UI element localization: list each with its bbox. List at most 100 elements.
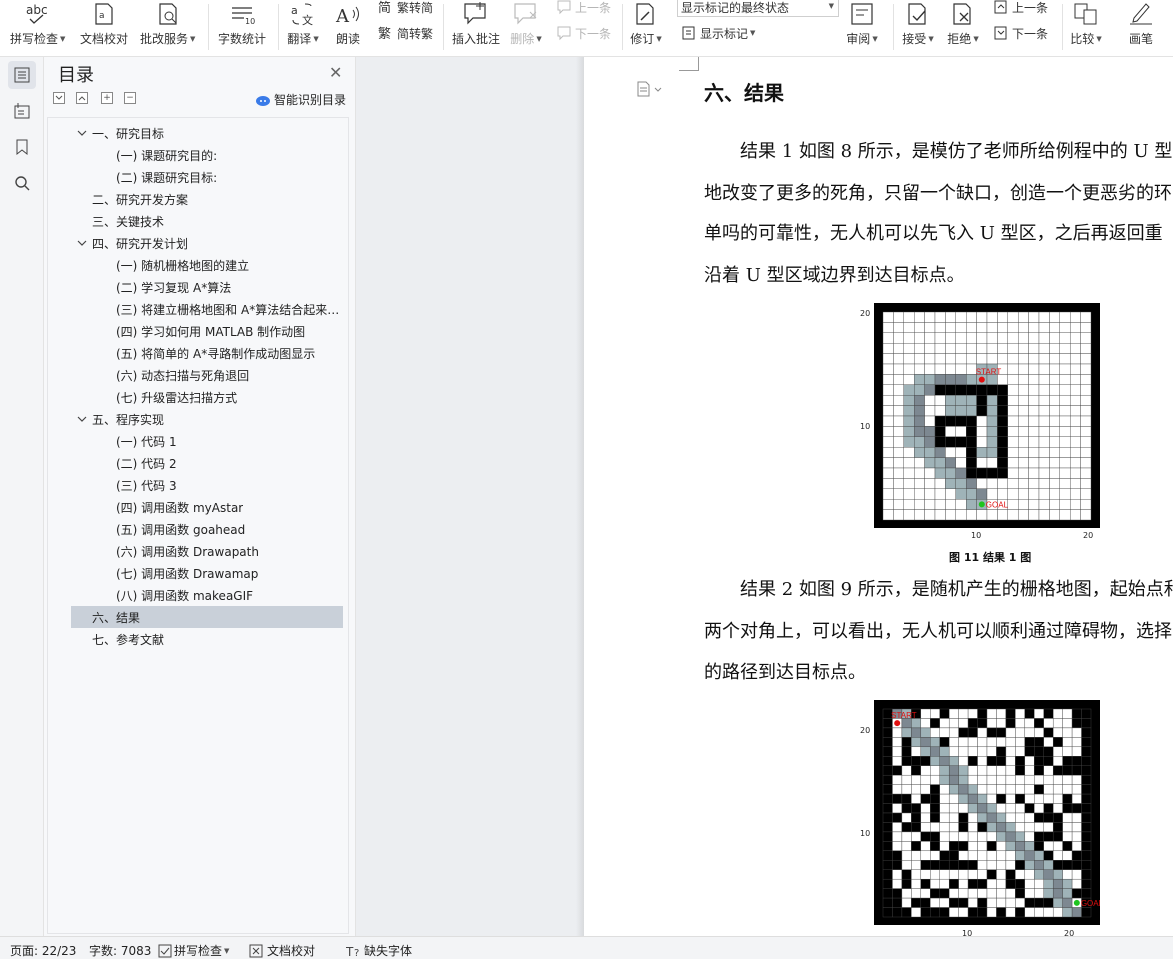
toc-subheading-item[interactable]: (五) 调用函数 goahead [71, 518, 343, 540]
toc-subheading-item[interactable]: (四) 学习如何用 MATLAB 制作动图 [71, 320, 343, 342]
map-cell [1049, 415, 1060, 427]
doc-proof-button[interactable]: a 文档校对 [80, 0, 128, 57]
toc-heading-item[interactable]: 五、程序实现 [71, 408, 343, 430]
toc-item-label: 六、结果 [92, 610, 141, 625]
chevron-down-icon[interactable] [77, 413, 87, 427]
accept-button[interactable]: 接受 ▼ [902, 0, 934, 57]
map-cell [1015, 850, 1026, 861]
map-cell [1071, 841, 1082, 852]
toc-subheading-item[interactable]: (八) 调用函数 makeaGIF [71, 584, 343, 606]
ink-button[interactable]: 画笔 [1125, 0, 1157, 57]
compare-icon [1070, 0, 1102, 26]
toc-subheading-item[interactable]: (一) 随机栅格地图的建立 [71, 254, 343, 276]
map-cell [882, 878, 893, 889]
search-rail-button[interactable] [8, 169, 36, 197]
map-cell [930, 737, 940, 748]
toc-heading-item[interactable]: 六、结果 [71, 606, 343, 628]
map-cell [1034, 756, 1044, 766]
revise-service-button[interactable]: 批改服务 ▼ [140, 0, 195, 57]
toc-subheading-item[interactable]: (七) 调用函数 Drawamap [71, 562, 343, 584]
show-markup-button[interactable]: 显示标记 ▼ [681, 23, 755, 43]
map-cell [996, 708, 1007, 719]
word-count-indicator[interactable]: 字数: 7083 [89, 942, 151, 959]
map-cell [1038, 405, 1050, 417]
toc-heading-item[interactable]: 四、研究开发计划 [71, 232, 343, 254]
map-cell [893, 426, 904, 438]
prev-comment-button[interactable]: 上一条 [556, 0, 611, 17]
toc-subheading-item[interactable]: (一) 代码 1 [71, 430, 343, 452]
map-cell [911, 907, 922, 918]
collapse-all-button[interactable] [53, 92, 65, 104]
map-cell [986, 509, 998, 521]
toc-subheading-item[interactable]: (三) 将建立栅格地图和 A*算法结合起来，实现A*寻路 [71, 298, 343, 320]
page-indicator[interactable]: 页面: 22/23 [10, 942, 76, 959]
prev-change-button[interactable]: 上一条 [993, 0, 1048, 17]
map-cell [1005, 784, 1016, 795]
map-cell [930, 850, 940, 861]
nav-rail-button[interactable] [8, 97, 36, 125]
simp-to-trad-button[interactable]: 繁 简转繁 [378, 23, 433, 43]
missing-font-indicator[interactable]: T? 缺失字体 [346, 942, 412, 959]
map-cell [914, 467, 925, 479]
map-cell [901, 860, 912, 870]
expand-up-button[interactable] [76, 92, 88, 104]
toc-subheading-item[interactable]: (二) 学习复现 A*算法 [71, 276, 343, 298]
map-cell [1015, 746, 1026, 757]
paragraph-menu-icon[interactable] [636, 81, 662, 100]
read-aloud-button[interactable]: A 朗读 [332, 0, 364, 57]
markup-state-select[interactable]: 显示标记的最终状态 ▼ [677, 0, 839, 17]
toc-subheading-item[interactable]: (六) 动态扫描与死角退回 [71, 364, 343, 386]
toc-rail-button[interactable] [8, 61, 36, 89]
toc-subheading-item[interactable]: (七) 升级雷达扫描方式 [71, 386, 343, 408]
toc-heading-item[interactable]: 三、关键技术 [71, 210, 343, 232]
status-doc-proof[interactable]: 文档校对 [249, 942, 315, 959]
map-cell [901, 737, 912, 748]
toc-subheading-item[interactable]: (一) 课题研究目的: [71, 144, 343, 166]
toc-subheading-item[interactable]: (六) 调用函数 Drawapath [71, 540, 343, 562]
chevron-down-icon[interactable] [77, 237, 87, 251]
next-comment-button[interactable]: 下一条 [556, 23, 611, 43]
map-cell [996, 784, 1007, 795]
toc-subheading-item[interactable]: (四) 调用函数 myAstar [71, 496, 343, 518]
compare-button[interactable]: 比较 ▼ [1070, 0, 1102, 57]
map-cell [914, 457, 925, 469]
map-cell [914, 415, 925, 427]
map-cell [977, 812, 988, 823]
map-cell [986, 708, 997, 719]
document-page[interactable]: 六、结果 结果 1 如图 8 所示，是模仿了老师所给例程中的 U 型 地改变了更… [584, 57, 1173, 936]
status-spell-check[interactable]: 拼写检查 ▼ [158, 942, 229, 959]
paragraph-line: 沿着 U 型区域边界到达目标点。 [704, 265, 965, 286]
map-cell [977, 869, 988, 880]
map-cell [1034, 784, 1044, 795]
toc-subheading-item[interactable]: (二) 代码 2 [71, 452, 343, 474]
chevron-down-icon[interactable] [77, 127, 87, 141]
spell-check-button[interactable]: abc 拼写检查 ▼ [10, 0, 65, 57]
map-cell [882, 897, 893, 908]
map-cell [1017, 498, 1029, 510]
map-cell [965, 446, 977, 458]
map-cell [939, 708, 950, 719]
map-cell [1007, 353, 1019, 365]
reject-button[interactable]: 拒绝 ▼ [947, 0, 979, 57]
review-button[interactable]: 审阅 ▼ [846, 0, 878, 57]
remove-heading-button[interactable]: − [124, 92, 136, 104]
toc-heading-item[interactable]: 一、研究目标 [71, 122, 343, 144]
insert-comment-button[interactable]: 插入批注 [452, 0, 500, 57]
toc-panel: 目录 ✕ + − 智能识别目录 一、研究目标 (一) 课题研究目的: (二) 课题研… [44, 57, 356, 936]
translate-button[interactable]: a文 翻译 ▼ [287, 0, 319, 57]
delete-comment-button[interactable]: 删除 ▼ [510, 0, 542, 57]
smart-toc-button[interactable]: 智能识别目录 [255, 91, 346, 108]
toc-heading-item[interactable]: 七、参考文献 [71, 628, 343, 650]
next-change-button[interactable]: 下一条 [993, 23, 1048, 43]
trad-to-simp-button[interactable]: 简 繁转简 [378, 0, 433, 17]
toc-subheading-item[interactable]: (五) 将简单的 A*寻路制作成动图显示 [71, 342, 343, 364]
map-cell [1052, 727, 1063, 738]
close-icon[interactable]: ✕ [329, 63, 342, 82]
bookmark-rail-button[interactable] [8, 133, 36, 161]
add-heading-button[interactable]: + [101, 92, 113, 104]
track-changes-button[interactable]: 修订 ▼ [630, 0, 662, 57]
toc-heading-item[interactable]: 二、研究开发方案 [71, 188, 343, 210]
toc-subheading-item[interactable]: (三) 代码 3 [71, 474, 343, 496]
word-count-button[interactable]: 10 字数统计 [218, 0, 266, 57]
toc-subheading-item[interactable]: (二) 课题研究目标: [71, 166, 343, 188]
